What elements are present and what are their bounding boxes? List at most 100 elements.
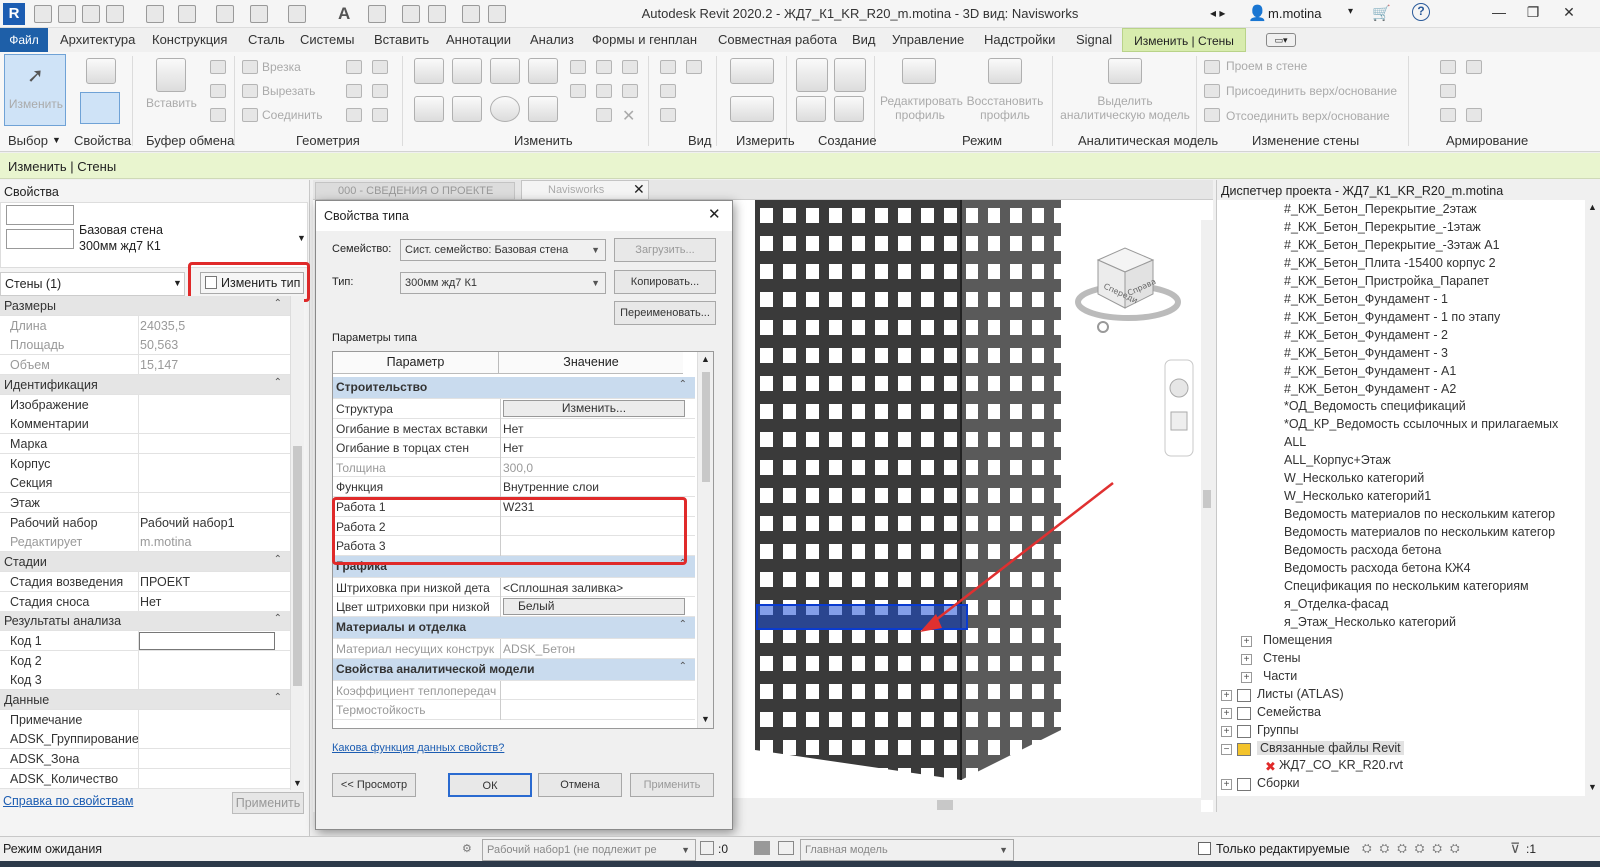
- chevron-down-icon[interactable]: ▼: [293, 778, 302, 788]
- browser-schedule-item[interactable]: ALL: [1284, 435, 1306, 449]
- property-row[interactable]: Изображение: [0, 394, 290, 415]
- wall-opening-icon[interactable]: [1204, 60, 1220, 74]
- tab-annotate[interactable]: Аннотации: [446, 32, 511, 47]
- cope-icon[interactable]: [242, 60, 258, 74]
- selection-options-icons[interactable]: ⛭⛭⛭⛭⛭⛭: [1362, 841, 1468, 856]
- section-icon[interactable]: [402, 5, 420, 23]
- analytical-model-label[interactable]: Выделить аналитическую модель: [1060, 94, 1190, 122]
- browser-schedule-item[interactable]: #_КЖ_Бетон_Перекрытие_2этаж: [1284, 202, 1477, 216]
- tab-insert[interactable]: Вставить: [374, 32, 429, 47]
- col-value-header[interactable]: Значение: [499, 352, 683, 374]
- attach-label[interactable]: Присоединить верх/основание: [1226, 84, 1397, 98]
- param-value[interactable]: <Сплошная заливка>: [503, 581, 623, 595]
- property-group-header[interactable]: Результаты анализа ⌃: [0, 611, 290, 632]
- create-assembly-icon[interactable]: [834, 96, 864, 122]
- param-row[interactable]: Огибание в торцах стен Нет: [333, 438, 695, 459]
- offset-icon[interactable]: [452, 58, 482, 84]
- property-row[interactable]: Код 1: [0, 630, 290, 651]
- browser-node[interactable]: Помещения: [1263, 633, 1332, 647]
- trim-icon[interactable]: [528, 96, 558, 122]
- tab-steel[interactable]: Сталь: [248, 32, 285, 47]
- properties-scrollbar[interactable]: ▼: [290, 296, 304, 790]
- cancel-button[interactable]: Отмена: [538, 773, 622, 797]
- browser-schedule-item[interactable]: Ведомость расхода бетона КЖ4: [1284, 561, 1471, 575]
- property-group-header[interactable]: Данные ⌃: [0, 690, 290, 710]
- building-front-facade[interactable]: [755, 200, 961, 780]
- split-icon[interactable]: [570, 60, 586, 74]
- browser-schedule-item[interactable]: #_КЖ_Бетон_Плита -15400 корпус 2: [1284, 256, 1496, 270]
- print-icon[interactable]: [216, 5, 234, 23]
- collapse-icon[interactable]: ⌃: [274, 613, 282, 624]
- property-row[interactable]: Код 3: [0, 670, 290, 691]
- browser-schedule-item[interactable]: я_Этаж_Несколько категорий: [1284, 615, 1456, 629]
- split-face-icon[interactable]: [660, 108, 676, 122]
- mirror-draw-icon[interactable]: [528, 58, 558, 84]
- properties-button[interactable]: [80, 92, 120, 124]
- expand-icon[interactable]: +: [1241, 635, 1252, 647]
- param-value[interactable]: ADSK_Бетон: [503, 642, 575, 656]
- browser-schedule-item[interactable]: #_КЖ_Бетон_Фундамент - 1: [1284, 292, 1448, 306]
- analytical-model-icon[interactable]: [1108, 58, 1142, 84]
- param-group-header[interactable]: Свойства аналитической модели ⌃: [333, 658, 695, 681]
- browser-schedule-item[interactable]: #_КЖ_Бетон_Пристройка_Парапет: [1284, 274, 1489, 288]
- paint-icon[interactable]: [660, 84, 676, 98]
- help-link[interactable]: Какова функция данных свойств?: [332, 742, 504, 754]
- param-group-header[interactable]: Строительство ⌃: [333, 377, 695, 399]
- close-hidden-icon[interactable]: [462, 5, 480, 23]
- collapse-icon[interactable]: ⌃: [274, 298, 282, 309]
- property-row[interactable]: Длина 24035,5: [0, 315, 290, 336]
- chevron-down-icon[interactable]: ▼: [297, 233, 306, 243]
- measure-distance-icon[interactable]: [730, 96, 774, 122]
- collapse-icon[interactable]: ⌃: [274, 377, 282, 388]
- close-icon[interactable]: ✕: [708, 205, 721, 223]
- array-icon[interactable]: [570, 84, 586, 98]
- property-row[interactable]: Корпус: [0, 453, 290, 474]
- param-row[interactable]: Штриховка при низкой дета <Сплошная залив…: [333, 577, 695, 598]
- param-row[interactable]: Огибание в местах вставки Нет: [333, 418, 695, 439]
- expand-icon[interactable]: +: [1221, 689, 1232, 701]
- attach-icon[interactable]: [1204, 84, 1220, 98]
- horizontal-scroll-thumb[interactable]: [937, 800, 953, 810]
- rotate-icon[interactable]: [490, 96, 520, 122]
- building-side-facade[interactable]: [961, 200, 1061, 780]
- view-icon-2[interactable]: [686, 60, 702, 74]
- editable-icon[interactable]: [754, 841, 770, 855]
- apply-button[interactable]: Применить: [630, 773, 714, 797]
- geom-icon-3[interactable]: [346, 84, 362, 98]
- browser-schedule-item[interactable]: #_КЖ_Бетон_Перекрытие_-3этаж А1: [1284, 238, 1500, 252]
- browser-node[interactable]: Части: [1263, 669, 1297, 683]
- modify-select-button[interactable]: ➚ Изменить: [4, 54, 66, 126]
- browser-schedule-item[interactable]: Ведомость расхода бетона: [1284, 543, 1441, 557]
- rebar-icon-2[interactable]: [1466, 60, 1482, 74]
- tab-view[interactable]: Вид: [852, 32, 876, 47]
- property-row[interactable]: Секция: [0, 473, 290, 494]
- close-icon[interactable]: ✕: [633, 181, 645, 198]
- thin-lines-icon[interactable]: [428, 5, 446, 23]
- property-row[interactable]: ADSK_Зона: [0, 749, 290, 770]
- param-value[interactable]: Внутренние слои: [503, 480, 599, 494]
- property-value[interactable]: Рабочий набор1: [140, 516, 235, 530]
- rebar-icon-1[interactable]: [1440, 60, 1456, 74]
- steering-wheel-icon[interactable]: [1169, 378, 1189, 398]
- property-row[interactable]: Стадия сноса Нет: [0, 591, 290, 612]
- design-option-select[interactable]: Главная модель ▼: [800, 839, 1014, 861]
- browser-schedule-item[interactable]: *ОД_Ведомость спецификаций: [1284, 399, 1466, 413]
- param-group-header[interactable]: Материалы и отделка ⌃: [333, 617, 695, 639]
- property-value[interactable]: Нет: [140, 595, 161, 609]
- property-value[interactable]: 24035,5: [140, 319, 185, 333]
- tab-architecture[interactable]: Архитектура: [60, 32, 135, 47]
- browser-top-node[interactable]: Листы (ATLAS): [1257, 687, 1344, 701]
- open-icon[interactable]: [58, 5, 76, 23]
- property-group-header[interactable]: Стадии ⌃: [0, 552, 290, 573]
- browser-schedule-item[interactable]: #_КЖ_Бетон_Перекрытие_-1этаж: [1284, 220, 1481, 234]
- ok-button[interactable]: ОК: [448, 773, 532, 797]
- split-gap-icon[interactable]: [596, 60, 612, 74]
- params-scrollbar[interactable]: ▲ ▼: [697, 352, 713, 728]
- align-icon[interactable]: [414, 58, 444, 84]
- browser-top-node[interactable]: Сборки: [1257, 776, 1300, 790]
- unpin-icon[interactable]: [622, 84, 638, 98]
- undo-icon[interactable]: [146, 5, 164, 23]
- property-row[interactable]: Примечание: [0, 709, 290, 730]
- edit-type-button[interactable]: Изменить тип: [200, 272, 304, 294]
- expand-icon[interactable]: +: [1221, 725, 1232, 737]
